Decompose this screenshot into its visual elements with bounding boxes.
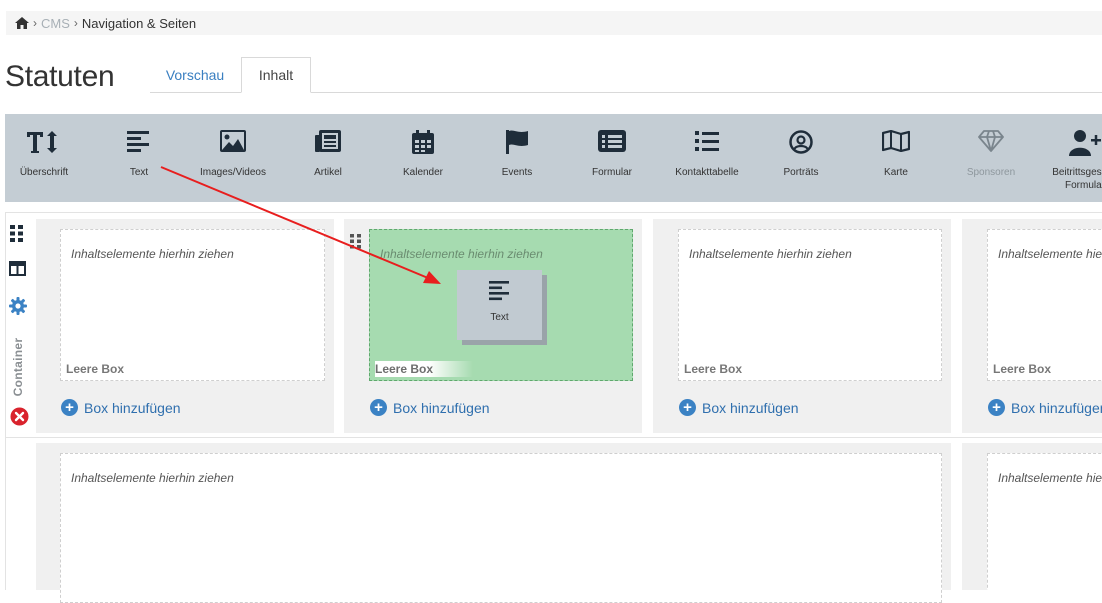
drop-box[interactable]: Inhaltselemente hierhin ziehen <box>60 453 942 603</box>
drag-handle-icon[interactable] <box>350 234 362 249</box>
drop-box[interactable]: Inhaltselemente hierhin ziehen Leere Box <box>987 229 1102 381</box>
add-box-button[interactable]: + Box hinzufügen <box>370 399 490 416</box>
add-box-button[interactable]: + Box hinzufügen <box>988 399 1102 416</box>
column: Inhaltselemente hierhin ziehen Leere Box… <box>36 219 334 433</box>
toolbar-label: Überschrift <box>19 167 69 178</box>
drop-hint: Inhaltselemente hierhin ziehen <box>71 471 234 485</box>
delete-icon[interactable] <box>10 407 29 426</box>
toolbar-label: Artikel <box>314 167 342 178</box>
toolbar-item-events[interactable]: Events <box>470 114 564 202</box>
toolbar-label: Formular <box>591 167 632 178</box>
list-icon <box>695 131 719 151</box>
gear-icon[interactable] <box>9 297 27 315</box>
column: Inhaltselemente hierhin ziehen <box>36 443 951 603</box>
text-align-left-icon <box>127 131 149 152</box>
toolbar-item-images-videos[interactable]: Images/Videos <box>186 114 280 202</box>
breadcrumb-navigation: Navigation & Seiten <box>81 15 197 31</box>
add-box-button[interactable]: + Box hinzufügen <box>679 399 799 416</box>
container-label: Container <box>11 337 25 397</box>
toolbar-item-karte[interactable]: Karte <box>849 114 943 202</box>
column: Inhaltselemente hierhin ziehen <box>962 443 1102 590</box>
toolbar-item-sponsoren[interactable]: Sponsoren <box>944 114 1038 202</box>
calendar-icon <box>412 130 434 154</box>
row-divider <box>5 437 1102 438</box>
toolbar-label: Sponsoren <box>966 167 1016 178</box>
tab-vorschau[interactable]: Vorschau <box>150 57 240 93</box>
toolbar-label: Beitrittsgesuch Formular <box>1052 167 1102 191</box>
toolbar-item-ueberschrift[interactable]: Überschrift <box>5 114 91 202</box>
drop-box[interactable]: Inhaltselemente hierhin ziehen Leere Box <box>678 229 942 381</box>
column: Inhaltselemente hierhin ziehen Leere Box… <box>653 219 951 433</box>
drop-hint: Inhaltselemente hierhin ziehen <box>380 247 543 261</box>
chevron-right-icon: › <box>33 16 37 30</box>
drop-box[interactable]: Inhaltselemente hierhin ziehen Leere Box <box>60 229 325 381</box>
toolbar-label: Images/Videos <box>200 167 266 178</box>
toolbar-item-beitrittsgesuch[interactable]: Beitrittsgesuch Formular <box>1038 114 1102 202</box>
toolbar-item-kontakttabelle[interactable]: Kontakttabelle <box>660 114 754 202</box>
toolbar-item-artikel[interactable]: Artikel <box>281 114 375 202</box>
dragged-element-label: Text <box>490 312 509 323</box>
drag-handle-icon[interactable] <box>10 225 23 242</box>
empty-box-label: Leere Box <box>684 362 743 376</box>
newspaper-icon <box>315 130 341 152</box>
user-circle-icon <box>789 130 813 154</box>
map-icon <box>882 130 910 152</box>
breadcrumb: › CMS › Navigation & Seiten <box>6 11 1102 35</box>
drop-box[interactable]: Inhaltselemente hierhin ziehen <box>987 453 1102 590</box>
toolbar-label: Text <box>129 167 149 178</box>
toolbar-item-text[interactable]: Text <box>92 114 186 202</box>
toolbar-label: Kontakttabelle <box>675 167 739 178</box>
chevron-right-icon: › <box>73 16 78 30</box>
toolbar-label: Karte <box>884 167 908 178</box>
container-controls: Container <box>6 215 31 435</box>
empty-box-label: Leere Box <box>993 362 1052 376</box>
column: Inhaltselemente hierhin ziehen Leere Box… <box>962 219 1102 433</box>
form-icon <box>598 130 626 152</box>
layout-columns-icon[interactable] <box>9 261 26 276</box>
plus-icon: + <box>61 399 78 416</box>
toolbar-label: Porträts <box>783 167 819 178</box>
dragged-text-element[interactable]: Text <box>457 270 542 340</box>
image-icon <box>220 130 246 152</box>
toolbar-item-portraets[interactable]: Porträts <box>754 114 848 202</box>
empty-box-label: Leere Box <box>66 362 125 376</box>
toolbar-item-kalender[interactable]: Kalender <box>376 114 470 202</box>
empty-box-label: Leere Box <box>375 361 474 377</box>
toolbar-item-formular[interactable]: Formular <box>565 114 659 202</box>
breadcrumb-cms[interactable]: CMS <box>41 16 70 31</box>
home-icon[interactable] <box>15 17 29 29</box>
toolbar-label: Kalender <box>402 167 444 178</box>
text-align-left-icon <box>489 281 509 301</box>
drop-hint: Inhaltselemente hierhin ziehen <box>998 471 1102 485</box>
flag-icon <box>506 130 528 154</box>
plus-icon: + <box>370 399 387 416</box>
tab-inhalt[interactable]: Inhalt <box>241 57 311 93</box>
plus-icon: + <box>988 399 1005 416</box>
section-border <box>5 212 1102 213</box>
drop-hint: Inhaltselemente hierhin ziehen <box>71 247 234 261</box>
diamond-icon <box>978 130 1004 152</box>
drop-hint: Inhaltselemente hierhin ziehen <box>998 247 1102 261</box>
drop-hint: Inhaltselemente hierhin ziehen <box>689 247 852 261</box>
add-box-button[interactable]: + Box hinzufügen <box>61 399 181 416</box>
toolbar-label: Events <box>501 167 533 178</box>
page-title: Statuten <box>5 60 115 93</box>
content-element-toolbar: Überschrift Text Images/Videos Artikel K… <box>5 114 1102 202</box>
plus-icon: + <box>679 399 696 416</box>
user-plus-icon <box>1069 130 1101 156</box>
heading-icon <box>27 131 57 153</box>
